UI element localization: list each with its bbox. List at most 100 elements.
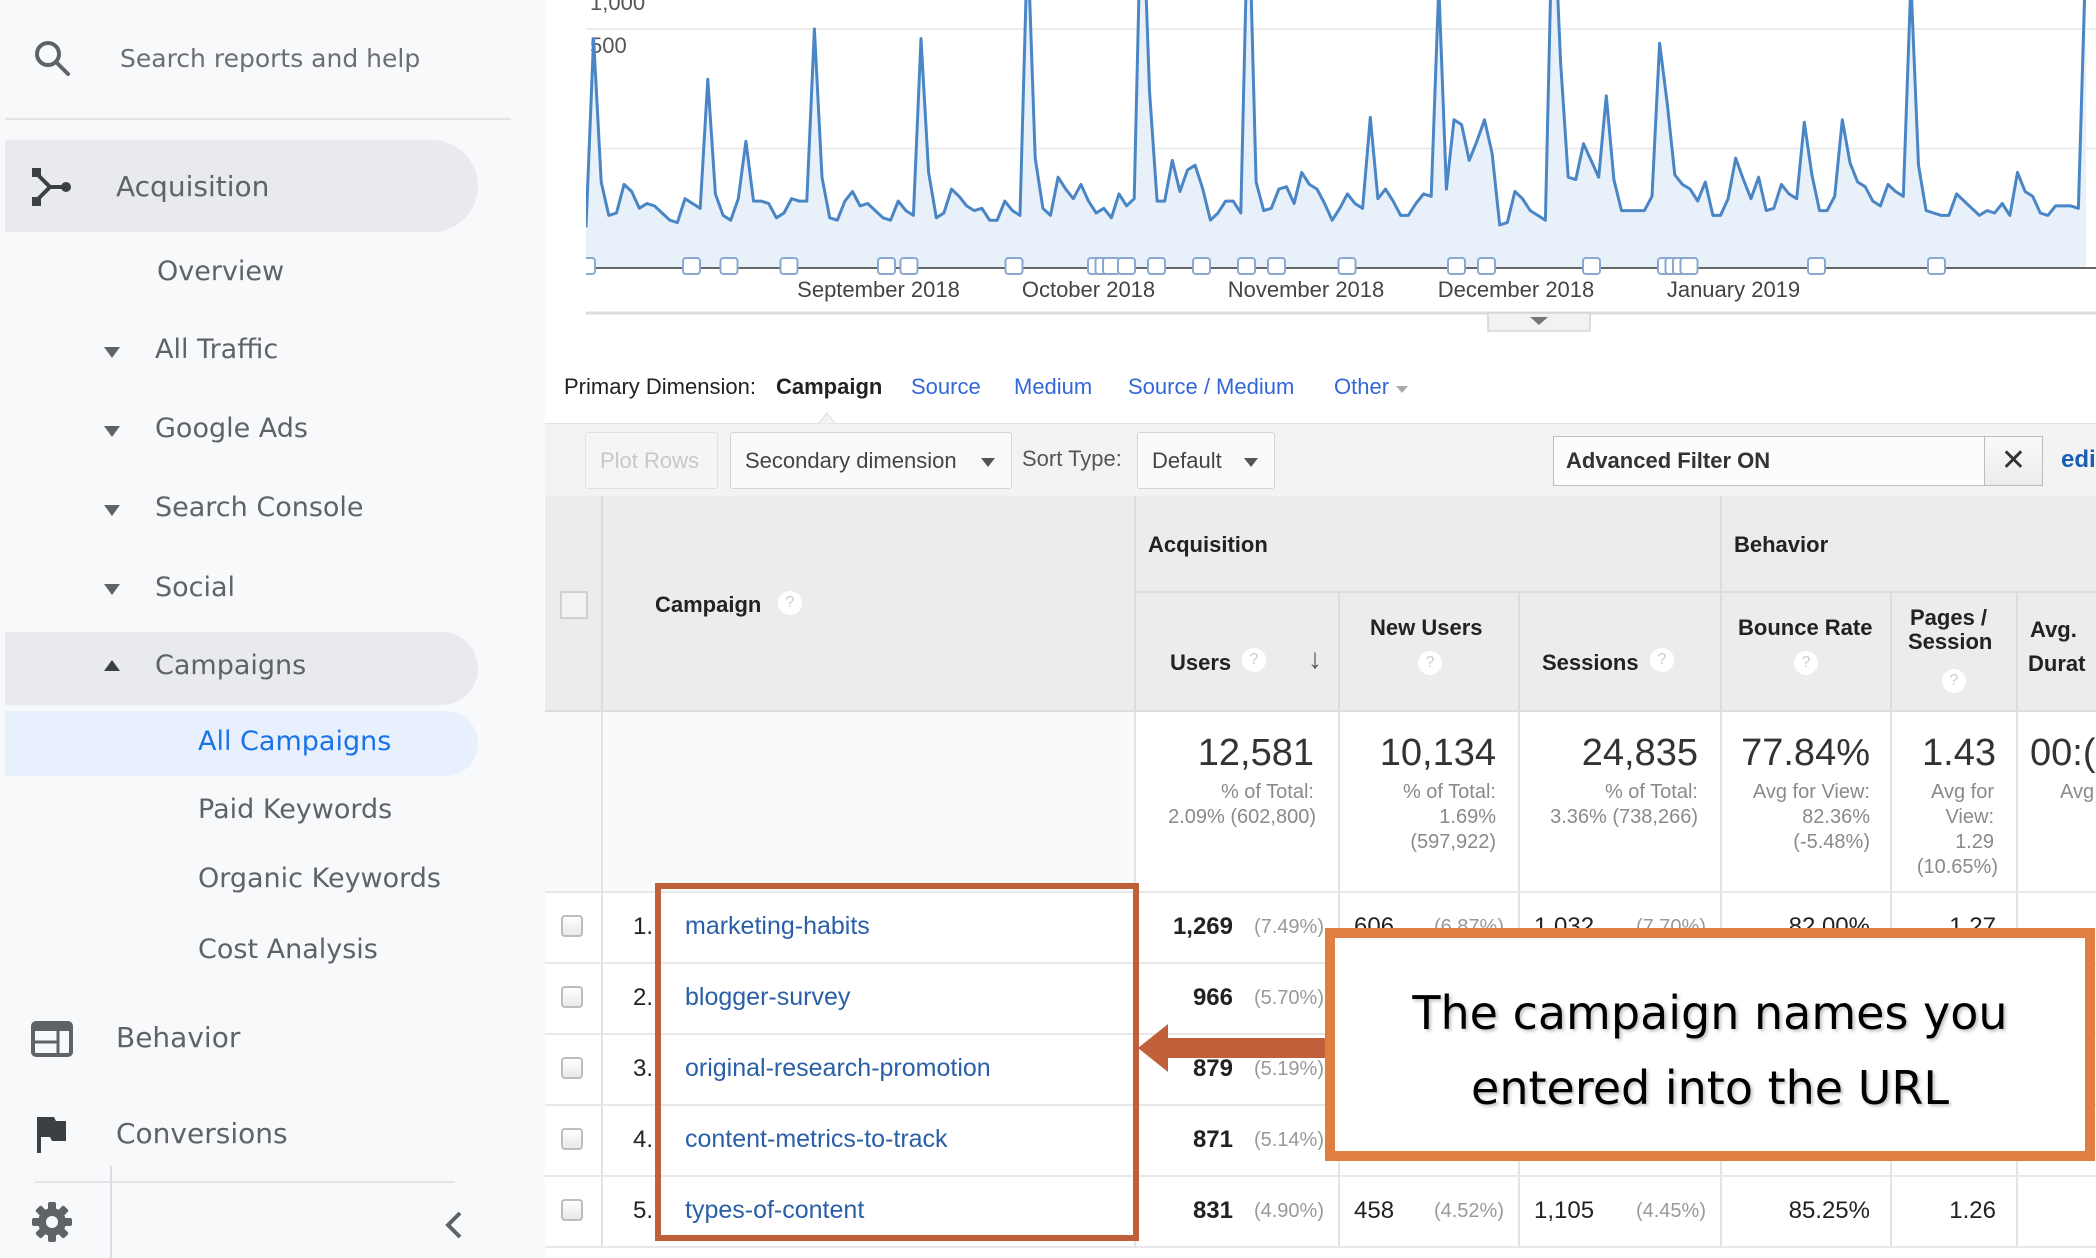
row-checkbox[interactable]	[561, 1199, 583, 1221]
bounce-rate-help-icon[interactable]: ?	[1794, 651, 1818, 675]
sidebar-item-behavior[interactable]: Behavior	[116, 1021, 240, 1054]
totals-pages-l4: (10.65%)	[1916, 856, 1998, 878]
edit-filter-link[interactable]: edi	[2061, 446, 2096, 474]
y-tick-label: 1,000	[590, 0, 645, 15]
header-avg-session-duration[interactable]: Avg. Durat	[2018, 593, 2096, 712]
sidebar-item-organic-keywords[interactable]: Organic Keywords	[198, 863, 441, 894]
annotation-text: The campaign names you entered into the …	[1335, 976, 2085, 1126]
header-checkbox-cell	[545, 496, 603, 712]
table-toolbar: Plot Rows Secondary dimension Sort Type:…	[545, 423, 2096, 496]
secondary-dimension-label: Secondary dimension	[745, 448, 957, 473]
row-users-cell: 1,269 (7.49%)	[1136, 893, 1340, 964]
totals-users-l1: % of Total:	[1220, 781, 1314, 803]
collapse-sidebar-chevron-icon[interactable]	[440, 1207, 468, 1243]
new-users-help-icon[interactable]: ?	[1418, 651, 1442, 675]
row-bounce-rate-value: 85.25%	[1788, 1197, 1870, 1224]
annotation-marker-icon	[1582, 257, 1601, 275]
row-bounce-rate-cell: 85.25%	[1722, 1177, 1892, 1248]
row-checkbox[interactable]	[561, 986, 583, 1008]
advanced-filter-field[interactable]: Advanced Filter ON	[1553, 436, 1985, 486]
row-checkbox[interactable]	[561, 1057, 583, 1079]
row-rank: 1.	[633, 913, 654, 940]
row-checkbox[interactable]	[561, 1128, 583, 1150]
header-new-users[interactable]: New Users ?	[1340, 593, 1520, 712]
sidebar-item-search-console[interactable]: Search Console	[155, 492, 364, 523]
sort-type-value: Default	[1152, 448, 1222, 473]
select-all-checkbox[interactable]	[560, 591, 588, 619]
annotation-callout: The campaign names you entered into the …	[1325, 928, 2095, 1161]
active-dimension-pointer	[818, 412, 836, 424]
clear-filter-button[interactable]: ✕	[1985, 436, 2043, 486]
sidebar-item-social[interactable]: Social	[155, 572, 235, 603]
sidebar-label-all-campaigns[interactable]: All Campaigns	[198, 726, 391, 757]
search-bar[interactable]: Search reports and help	[0, 22, 545, 102]
annotation-marker-icon	[1477, 257, 1496, 275]
campaign-help-icon[interactable]: ?	[778, 591, 802, 615]
sidebar-item-overview[interactable]: Overview	[157, 256, 284, 287]
header-pages-session[interactable]: Pages / Session ?	[1892, 593, 2018, 712]
header-bounce-rate[interactable]: Bounce Rate ?	[1722, 593, 1892, 712]
header-new-users-label: New Users	[1370, 615, 1483, 640]
totals-sessions-l1: % of Total:	[1604, 781, 1698, 803]
primary-dimension-label: Primary Dimension:	[564, 374, 756, 399]
x-tick-label: December 2018	[1438, 277, 1595, 302]
row-checkbox[interactable]	[561, 915, 583, 937]
totals-new-users-value: 10,134	[1379, 732, 1496, 774]
sidebar-item-google-ads[interactable]: Google Ads	[155, 413, 308, 444]
annotation-marker-icon	[1927, 257, 1946, 275]
sidebar-item-all-traffic[interactable]: All Traffic	[155, 334, 278, 365]
row-rank: 3.	[633, 1055, 654, 1082]
row-sessions-cell: 1,105 (4.45%)	[1520, 1177, 1722, 1248]
sessions-help-icon[interactable]: ?	[1650, 648, 1674, 672]
collapse-campaigns-icon[interactable]	[104, 660, 120, 671]
sidebar-footer-separator	[110, 1166, 112, 1258]
annotation-marker-icon	[682, 257, 701, 275]
row-users-pct: (5.14%)	[1253, 1129, 1324, 1151]
sort-type-dropdown[interactable]: Default	[1137, 432, 1275, 489]
row-users-pct: (7.49%)	[1253, 916, 1324, 938]
sidebar-divider	[5, 118, 511, 120]
totals-avg-duration-l1: Avg	[2060, 781, 2095, 803]
plot-rows-button[interactable]: Plot Rows	[585, 432, 718, 489]
sidebar-label-campaigns[interactable]: Campaigns	[155, 650, 306, 681]
secondary-dimension-dropdown[interactable]: Secondary dimension	[730, 432, 1012, 489]
sidebar-label-acquisition[interactable]: Acquisition	[116, 170, 269, 203]
annotation-marker-icon	[586, 257, 596, 275]
dimension-tab-source[interactable]: Source	[911, 374, 981, 400]
other-dropdown-caret-icon[interactable]	[1396, 386, 1408, 393]
sidebar-item-paid-keywords[interactable]: Paid Keywords	[198, 794, 392, 825]
totals-sessions-l2: 3.36% (738,266)	[1550, 806, 1698, 828]
header-campaign-label: Campaign	[655, 592, 762, 617]
row-sessions-value: 1,105	[1534, 1197, 1595, 1224]
row-users-value: 966	[1192, 984, 1233, 1011]
dimension-tab-campaign[interactable]: Campaign	[776, 374, 882, 400]
sidebar-item-conversions[interactable]: Conversions	[116, 1117, 288, 1150]
annotation-marker-icon	[719, 257, 739, 275]
header-avg-label-2: Durat	[2028, 651, 2086, 676]
expand-google-ads-icon[interactable]	[104, 426, 120, 437]
totals-checkbox-cell	[545, 712, 603, 893]
sidebar-item-cost-analysis[interactable]: Cost Analysis	[198, 934, 378, 965]
header-users[interactable]: Users ? ↓	[1136, 593, 1340, 712]
users-help-icon[interactable]: ?	[1242, 648, 1266, 672]
expand-all-traffic-icon[interactable]	[104, 347, 120, 358]
settings-gear-icon[interactable]	[30, 1200, 74, 1244]
row-users-value: 1,269	[1172, 913, 1233, 940]
header-sessions[interactable]: Sessions ?	[1520, 593, 1722, 712]
dimension-tab-source-medium[interactable]: Source / Medium	[1128, 374, 1294, 400]
totals-pages-l2: View:	[1945, 806, 1994, 828]
row-avg-duration-cell	[2018, 1177, 2096, 1248]
annotation-line-1: The campaign names you	[1412, 986, 2008, 1040]
search-input[interactable]: Search reports and help	[120, 44, 420, 73]
x-tick-label: January 2019	[1667, 277, 1800, 302]
sort-descending-icon[interactable]: ↓	[1308, 643, 1322, 675]
behavior-icon	[31, 1021, 73, 1057]
pages-session-help-icon[interactable]: ?	[1942, 669, 1966, 693]
expand-search-console-icon[interactable]	[104, 505, 120, 516]
dimension-tab-medium[interactable]: Medium	[1014, 374, 1092, 400]
dimension-tab-other[interactable]: Other	[1334, 374, 1389, 400]
header-campaign[interactable]: Campaign ?	[603, 496, 1136, 712]
x-tick-label: November 2018	[1228, 277, 1385, 302]
expand-social-icon[interactable]	[104, 584, 120, 595]
totals-bounce-rate-l3: (-5.48%)	[1793, 831, 1870, 853]
